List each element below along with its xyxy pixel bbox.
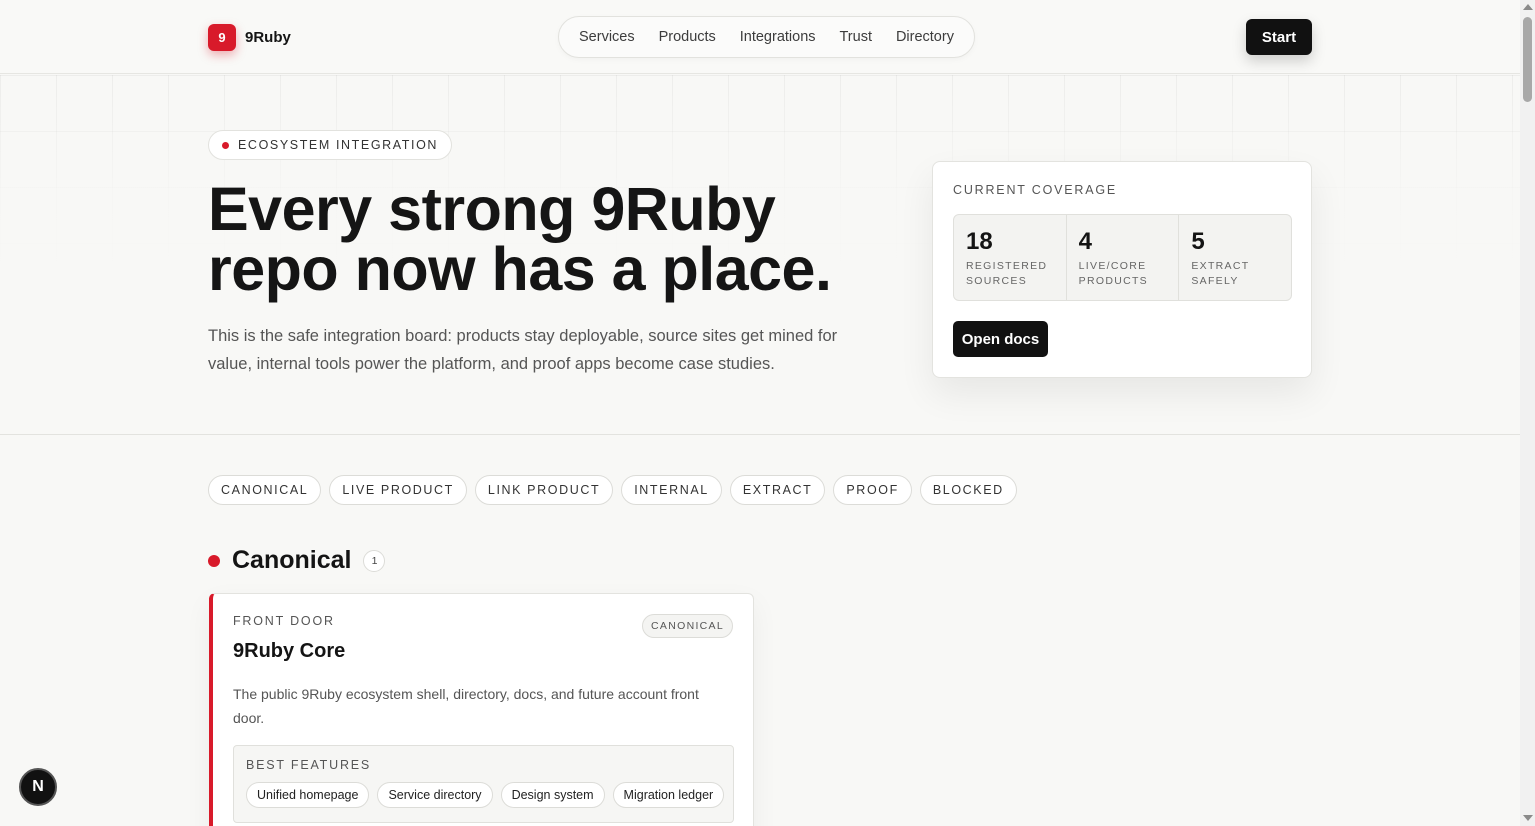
eyebrow-dot: [222, 141, 229, 149]
card-kicker: FRONT DOOR: [233, 614, 335, 628]
eyebrow-pill: ECOSYSTEM INTEGRATION: [208, 130, 453, 160]
page: 9 9Ruby Services Products Integrations T…: [0, 0, 1520, 826]
stat-label: LIVE/CORE PRODUCTS: [1079, 259, 1167, 289]
open-docs-button[interactable]: Open docs: [953, 321, 1048, 357]
card-desc-line-2: door.: [233, 710, 265, 726]
start-button[interactable]: Start: [1246, 19, 1312, 55]
coverage-stats: 18 REGISTERED SOURCES 4 LIVE/CORE PRODUC…: [953, 214, 1292, 301]
hero-description: This is the safe integration board: prod…: [208, 322, 868, 378]
card-status-badge: CANONICAL: [642, 614, 733, 638]
coverage-title: CURRENT COVERAGE: [953, 183, 1118, 197]
scroll-down-arrow-icon[interactable]: [1523, 815, 1533, 821]
features-title: BEST FEATURES: [246, 758, 372, 772]
feature-tag: Service directory: [377, 782, 493, 808]
hero-section: ECOSYSTEM INTEGRATION Every strong 9Ruby…: [0, 75, 1520, 435]
feature-tag: Unified homepage: [246, 782, 370, 808]
nav-services[interactable]: Services: [579, 29, 635, 45]
stat-label-line-2: PRODUCTS: [1078, 275, 1148, 287]
filter-canonical[interactable]: CANONICAL: [208, 475, 322, 505]
stat-value: 4: [1078, 228, 1093, 255]
stat-label: REGISTERED SOURCES: [966, 259, 1054, 289]
stat-label-line-1: LIVE/CORE: [1078, 260, 1147, 272]
brand-logo-link[interactable]: 9 9Ruby: [208, 24, 291, 51]
filter-blocked[interactable]: BLOCKED: [919, 475, 1017, 505]
coverage-card: CURRENT COVERAGE 18 REGISTERED SOURCES 4…: [932, 161, 1312, 378]
stat-extract-safely: 5 EXTRACT SAFELY: [1179, 215, 1291, 300]
stat-label-line-1: REGISTERED: [966, 260, 1048, 272]
filter-chips: CANONICAL LIVE PRODUCT LINK PRODUCT INTE…: [208, 475, 1017, 505]
product-card[interactable]: FRONT DOOR CANONICAL 9Ruby Core The publ…: [209, 593, 754, 826]
headline-line-1: Every strong 9Ruby: [208, 175, 776, 243]
filter-internal[interactable]: INTERNAL: [621, 475, 722, 505]
top-nav-bar: 9 9Ruby Services Products Integrations T…: [0, 0, 1520, 74]
floating-n-button[interactable]: N: [19, 768, 57, 806]
stat-label-line-2: SOURCES: [966, 275, 1028, 287]
nav-trust[interactable]: Trust: [839, 29, 872, 45]
brand-mark: 9: [208, 24, 236, 51]
lede-line-2: value, internal tools power the platform…: [208, 355, 775, 373]
scroll-up-arrow-icon[interactable]: [1523, 4, 1533, 10]
stat-label-line-2: SAFELY: [1191, 275, 1239, 287]
vertical-scrollbar[interactable]: [1520, 0, 1535, 826]
filter-live-product[interactable]: LIVE PRODUCT: [329, 475, 467, 505]
feature-tag: Design system: [500, 782, 605, 808]
nav-products[interactable]: Products: [659, 29, 716, 45]
nav-integrations[interactable]: Integrations: [740, 29, 816, 45]
stat-registered-sources: 18 REGISTERED SOURCES: [954, 215, 1067, 300]
card-title: 9Ruby Core: [233, 640, 346, 662]
nav-directory[interactable]: Directory: [896, 29, 954, 45]
lede-line-1: This is the safe integration board: prod…: [208, 327, 838, 345]
section-title: Canonical: [232, 546, 352, 574]
brand-name: 9Ruby: [245, 29, 291, 46]
best-features-box: BEST FEATURES Unified homepage Service d…: [233, 745, 734, 823]
card-desc-line-1: The public 9Ruby ecosystem shell, direct…: [233, 686, 699, 702]
feature-tags: Unified homepage Service directory Desig…: [246, 782, 725, 808]
section-dot: [208, 554, 220, 567]
filter-extract[interactable]: EXTRACT: [729, 475, 826, 505]
section-heading: Canonical 1: [208, 546, 386, 575]
stat-value: 18: [966, 228, 993, 255]
card-description: The public 9Ruby ecosystem shell, direct…: [233, 682, 733, 730]
section-count-badge: 1: [363, 549, 386, 572]
stat-label: EXTRACT SAFELY: [1191, 259, 1279, 289]
main-nav: Services Products Integrations Trust Dir…: [558, 16, 975, 58]
hero-headline: Every strong 9Ruby repo now has a place.: [208, 179, 908, 300]
filter-proof[interactable]: PROOF: [833, 475, 912, 505]
headline-line-2: repo now has a place.: [208, 235, 832, 303]
feature-tag: Migration ledger: [612, 782, 725, 808]
filter-link-product[interactable]: LINK PRODUCT: [474, 475, 614, 505]
scroll-thumb[interactable]: [1523, 17, 1532, 102]
eyebrow-text: ECOSYSTEM INTEGRATION: [238, 138, 439, 152]
stat-live-core-products: 4 LIVE/CORE PRODUCTS: [1067, 215, 1180, 300]
stat-label-line-1: EXTRACT: [1191, 260, 1250, 272]
stat-value: 5: [1191, 228, 1205, 255]
